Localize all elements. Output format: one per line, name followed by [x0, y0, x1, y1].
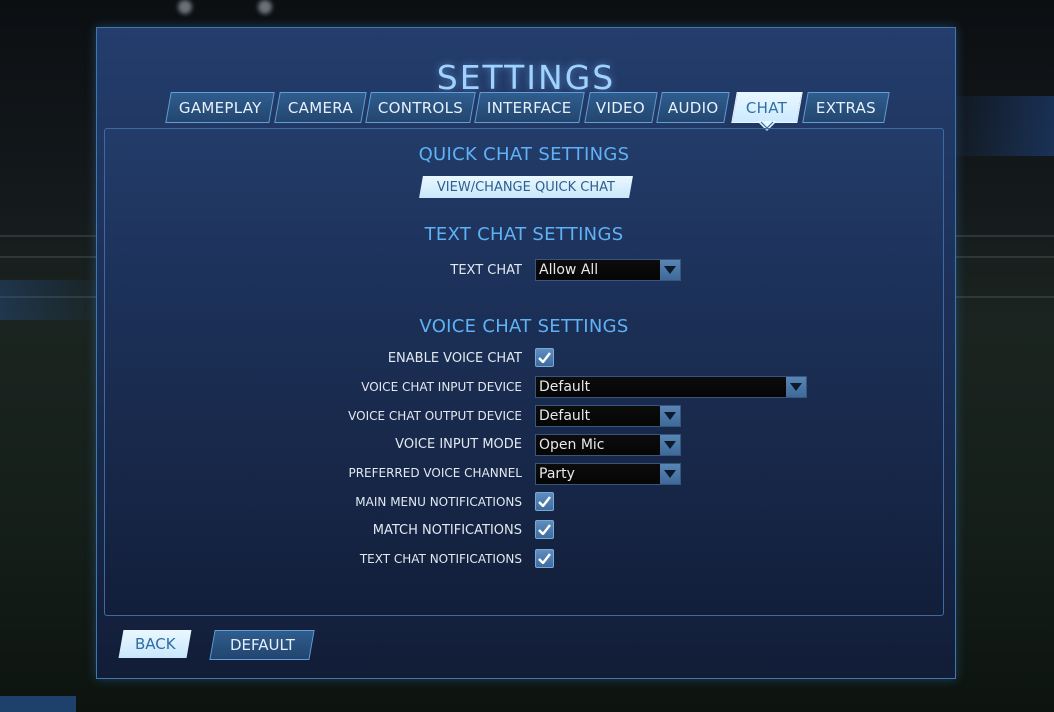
back-button[interactable]: BACK — [118, 630, 192, 658]
chevron-down-icon — [786, 377, 806, 397]
default-button[interactable]: DEFAULT — [209, 630, 315, 660]
quick-chat-heading: QUICK CHAT SETTINGS — [418, 144, 630, 165]
match-notifications-label: MATCH NOTIFICATIONS — [372, 523, 522, 538]
button-label: DEFAULT — [229, 636, 295, 654]
text-chat-heading: TEXT CHAT SETTINGS — [424, 224, 624, 245]
background-glow — [0, 696, 76, 712]
checkmark-icon — [538, 496, 551, 507]
chevron-down-icon — [660, 464, 680, 484]
view-change-quick-chat-button[interactable]: VIEW/CHANGE QUICK CHAT — [419, 176, 633, 198]
text-chat-select[interactable]: Allow All — [535, 259, 681, 281]
tab-label: VIDEO — [596, 98, 646, 117]
button-label: VIEW/CHANGE QUICK CHAT — [436, 179, 616, 195]
tab-chat[interactable]: CHAT — [731, 92, 803, 123]
chevron-down-icon — [660, 406, 680, 426]
select-value: Default — [539, 408, 591, 424]
voice-input-mode-label: VOICE INPUT MODE — [395, 437, 522, 452]
main-menu-notifications-label: MAIN MENU NOTIFICATIONS — [355, 495, 522, 509]
preferred-voice-channel-label: PREFERRED VOICE CHANNEL — [348, 466, 522, 480]
select-value: Default — [539, 379, 591, 395]
chevron-down-icon — [660, 260, 680, 280]
text-chat-notifications-checkbox[interactable] — [535, 549, 554, 568]
voice-chat-heading: VOICE CHAT SETTINGS — [419, 316, 629, 337]
button-label: BACK — [134, 635, 176, 653]
voice-input-mode-select[interactable]: Open Mic — [535, 434, 681, 456]
tab-controls[interactable]: CONTROLS — [365, 92, 476, 123]
voice-chat-input-device-select[interactable]: Default — [535, 376, 807, 398]
select-value: Open Mic — [539, 437, 605, 453]
stadium-light — [178, 0, 192, 14]
chevron-down-icon — [660, 435, 680, 455]
tab-gameplay[interactable]: GAMEPLAY — [165, 92, 275, 123]
voice-chat-output-device-select[interactable]: Default — [535, 405, 681, 427]
text-chat-label: TEXT CHAT — [450, 263, 522, 278]
tab-video[interactable]: VIDEO — [584, 92, 658, 123]
settings-panel: SETTINGS GAMEPLAY CAMERA CONTROLS INTERF… — [96, 27, 956, 679]
background-glow — [956, 96, 1054, 156]
chat-settings-content: QUICK CHAT SETTINGS VIEW/CHANGE QUICK CH… — [104, 128, 944, 616]
checkmark-icon — [538, 524, 551, 535]
stadium-light — [258, 0, 272, 14]
preferred-voice-channel-select[interactable]: Party — [535, 463, 681, 485]
enable-voice-chat-checkbox[interactable] — [535, 348, 554, 367]
tab-extras[interactable]: EXTRAS — [802, 92, 890, 123]
tab-label: CAMERA — [287, 98, 354, 117]
enable-voice-chat-label: ENABLE VOICE CHAT — [387, 351, 522, 366]
tab-label: EXTRAS — [815, 98, 877, 117]
voice-chat-output-device-label: VOICE CHAT OUTPUT DEVICE — [348, 409, 522, 423]
voice-chat-input-device-label: VOICE CHAT INPUT DEVICE — [361, 380, 522, 394]
tab-label: GAMEPLAY — [178, 98, 262, 117]
checkmark-icon — [538, 553, 551, 564]
match-notifications-checkbox[interactable] — [535, 520, 554, 539]
main-menu-notifications-checkbox[interactable] — [535, 492, 554, 511]
checkmark-icon — [538, 352, 551, 363]
tab-label: AUDIO — [667, 98, 719, 117]
tab-audio[interactable]: AUDIO — [656, 92, 730, 123]
tab-label: CHAT — [746, 98, 788, 117]
select-value: Allow All — [539, 262, 599, 278]
tab-interface[interactable]: INTERFACE — [474, 92, 585, 123]
tab-label: CONTROLS — [377, 98, 464, 117]
background-glow — [0, 280, 96, 320]
select-value: Party — [539, 466, 575, 482]
tab-camera[interactable]: CAMERA — [274, 92, 367, 123]
tab-label: INTERFACE — [487, 98, 572, 117]
text-chat-notifications-label: TEXT CHAT NOTIFICATIONS — [359, 552, 522, 566]
